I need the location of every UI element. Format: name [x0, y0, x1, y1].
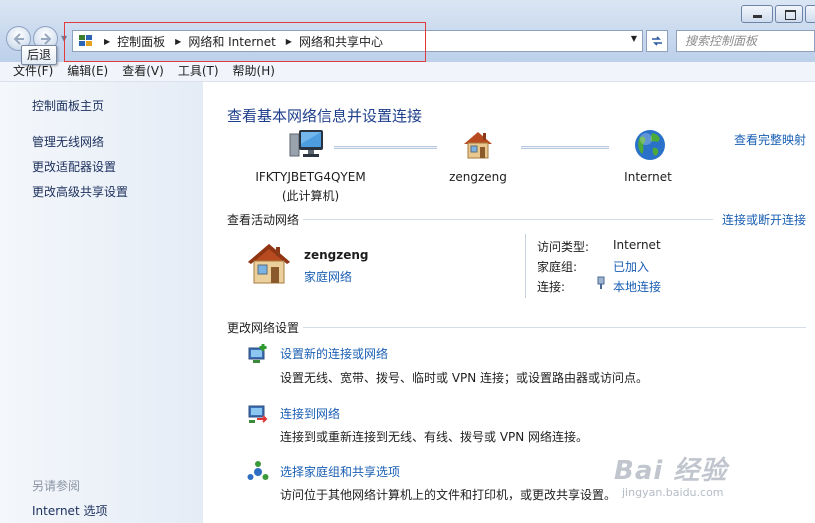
map-node-internet: Internet	[624, 170, 672, 184]
address-dropdown-icon[interactable]: ▼	[631, 34, 637, 43]
close-button[interactable]	[805, 5, 815, 23]
sidebar-item-internet-options[interactable]: Internet 选项	[32, 502, 107, 519]
network-type-link[interactable]: 家庭网络	[304, 268, 352, 285]
homegroup-label: 家庭组:	[537, 260, 578, 274]
homegroup-sharing-icon	[247, 461, 269, 480]
recent-pages-dropdown[interactable]: ▼	[61, 34, 67, 43]
task-homegroup-sharing-desc: 访问位于其他网络计算机上的文件和打印机，或更改共享设置。	[280, 488, 617, 502]
access-type-value: Internet	[613, 238, 661, 252]
menu-bar: 文件(F) 编辑(E) 查看(V) 工具(T) 帮助(H)	[0, 62, 815, 82]
address-bar[interactable]: ▶ 控制面板 ▶ 网络和 Internet ▶ 网络和共享中心 ▼	[72, 30, 643, 52]
new-connection-icon	[248, 344, 267, 363]
home-network-icon	[248, 244, 290, 284]
menu-view[interactable]: 查看(V)	[114, 62, 170, 81]
arrow-left-icon	[13, 33, 24, 45]
minimize-button[interactable]	[741, 5, 773, 23]
task-setup-connection-desc: 设置无线、宽带、拨号、临时或 VPN 连接；或设置路由器或访问点。	[280, 371, 649, 385]
breadcrumb-separator-icon: ▶	[175, 36, 182, 46]
search-input[interactable]: 搜索控制面板	[676, 30, 815, 52]
sidebar-item-manage-wireless[interactable]: 管理无线网络	[32, 133, 104, 150]
breadcrumb-network-sharing-center[interactable]: 网络和共享中心	[299, 33, 383, 50]
home-network-icon[interactable]	[461, 128, 495, 162]
task-homegroup-sharing-link[interactable]: 选择家庭组和共享选项	[280, 463, 400, 480]
baidu-watermark: Bai 经验	[614, 456, 728, 486]
breadcrumb-separator-icon: ▶	[285, 36, 292, 46]
task-setup-connection-link[interactable]: 设置新的连接或网络	[280, 345, 388, 362]
connect-disconnect-link[interactable]: 连接或断开连接	[722, 211, 806, 228]
sidebar: 控制面板主页 管理无线网络 更改适配器设置 更改高级共享设置 另请参阅 Inte…	[0, 82, 203, 523]
local-connection-link[interactable]: 本地连接	[613, 278, 661, 295]
back-tooltip: 后退	[21, 45, 58, 65]
page-title: 查看基本网络信息并设置连接	[227, 107, 423, 125]
access-type-label: 访问类型:	[537, 240, 590, 254]
homegroup-link[interactable]: 已加入	[613, 258, 649, 275]
sidebar-item-advanced-sharing[interactable]: 更改高级共享设置	[32, 183, 128, 200]
baidu-watermark-url: jingyan.baidu.com	[622, 486, 724, 499]
menu-tools[interactable]: 工具(T)	[170, 62, 225, 81]
divider	[303, 327, 806, 328]
computer-icon[interactable]	[289, 128, 325, 162]
menu-edit[interactable]: 编辑(E)	[59, 62, 114, 81]
control-panel-icon	[79, 35, 92, 46]
refresh-button[interactable]	[646, 30, 668, 52]
globe-icon[interactable]	[633, 128, 667, 162]
connector-line	[334, 146, 437, 149]
active-networks-heading: 查看活动网络	[227, 213, 300, 227]
breadcrumb-control-panel[interactable]: 控制面板	[117, 33, 165, 50]
ethernet-icon	[597, 276, 605, 289]
connections-label: 连接:	[537, 280, 566, 294]
connect-network-icon	[248, 405, 268, 423]
see-also-label: 另请参阅	[32, 479, 81, 493]
connector-line	[521, 146, 609, 149]
menu-help[interactable]: 帮助(H)	[225, 62, 281, 81]
sidebar-item-adapter-settings[interactable]: 更改适配器设置	[32, 158, 116, 175]
task-connect-network-link[interactable]: 连接到网络	[280, 405, 340, 422]
task-connect-network-desc: 连接到或重新连接到无线、有线、拨号或 VPN 网络连接。	[280, 430, 589, 444]
map-node-network-name: zengzeng	[449, 170, 507, 184]
map-node-computer-sublabel: (此计算机)	[281, 189, 340, 203]
refresh-icon	[652, 36, 662, 46]
breadcrumb-network-internet[interactable]: 网络和 Internet	[188, 33, 275, 50]
network-name: zengzeng	[304, 248, 369, 262]
map-node-computer-name: IFKTYJBETG4QYEM	[255, 170, 366, 184]
maximize-button[interactable]	[775, 5, 803, 23]
arrow-right-icon	[41, 33, 52, 45]
title-bar: ▼ ▶ 控制面板 ▶ 网络和 Internet ▶ 网络和共享中心 ▼ 搜索控制…	[0, 0, 815, 62]
divider	[303, 219, 713, 220]
change-settings-heading: 更改网络设置	[227, 321, 300, 335]
breadcrumb-separator-icon: ▶	[104, 36, 111, 46]
sidebar-item-control-panel-home[interactable]: 控制面板主页	[32, 97, 104, 114]
divider	[525, 234, 526, 298]
view-full-map-link[interactable]: 查看完整映射	[734, 131, 806, 148]
